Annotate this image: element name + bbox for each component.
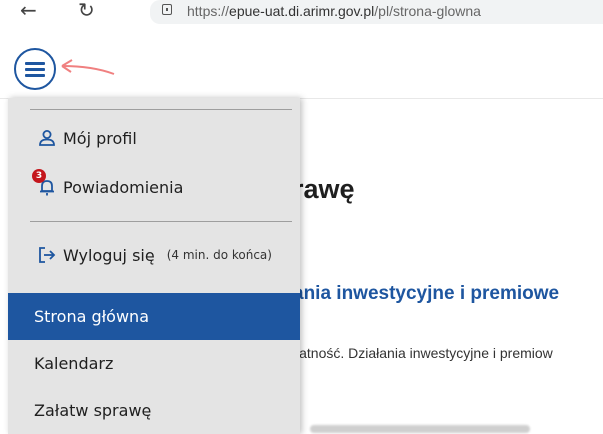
- address-bar[interactable]: https://epue-uat.di.arimr.gov.pl/pl/stro…: [150, 0, 603, 24]
- menu-item-label: Wyloguj się: [63, 245, 155, 265]
- back-arrow-icon[interactable]: ←: [20, 0, 37, 20]
- hamburger-menu-button[interactable]: [14, 48, 56, 90]
- menu-item-label: Powiadomienia: [63, 177, 184, 197]
- nav-item-handle-matter[interactable]: Załatw sprawę: [8, 387, 300, 434]
- nav-item-calendar[interactable]: Kalendarz: [8, 340, 300, 387]
- divider: [30, 221, 292, 222]
- annotation-arrow-icon: [61, 59, 115, 75]
- url-host: epue-uat.di.arimr.gov.pl: [229, 3, 375, 19]
- hamburger-line-icon: [25, 74, 45, 77]
- url-path: /pl/strona-glowna: [374, 3, 481, 19]
- menu-item-label: Mój profil: [63, 128, 137, 148]
- side-menu: Mój profil 3 Powiadomienia Wyloguj się (…: [8, 98, 300, 434]
- section-description-fragment: łatność. Działania inwestycyjne i premio…: [296, 345, 553, 361]
- section-link-fragment[interactable]: ania inwestycyjne i premiowe: [293, 283, 559, 305]
- nav-item-home[interactable]: Strona główna: [8, 293, 300, 340]
- logout-icon: [37, 245, 57, 265]
- divider: [30, 109, 292, 110]
- browser-toolbar: ← ↻ https://epue-uat.di.arimr.gov.pl/pl/…: [0, 0, 603, 26]
- menu-item-logout[interactable]: Wyloguj się (4 min. do końca): [8, 245, 300, 265]
- menu-item-notifications[interactable]: 3 Powiadomienia: [8, 169, 300, 197]
- reload-icon[interactable]: ↻: [78, 0, 95, 20]
- site-info-icon[interactable]: [162, 4, 172, 15]
- hamburger-line-icon: [25, 62, 45, 65]
- page-title-fragment: rawę: [293, 174, 355, 204]
- url-text: https://epue-uat.di.arimr.gov.pl/pl/stro…: [187, 3, 481, 19]
- hamburger-line-icon: [25, 68, 45, 71]
- notification-count-badge: 3: [32, 169, 46, 183]
- session-timer: (4 min. do końca): [166, 248, 272, 262]
- menu-item-profile[interactable]: Mój profil: [8, 128, 300, 148]
- blurred-text: [310, 425, 530, 433]
- user-icon: [37, 128, 57, 148]
- bell-icon: 3: [32, 169, 57, 197]
